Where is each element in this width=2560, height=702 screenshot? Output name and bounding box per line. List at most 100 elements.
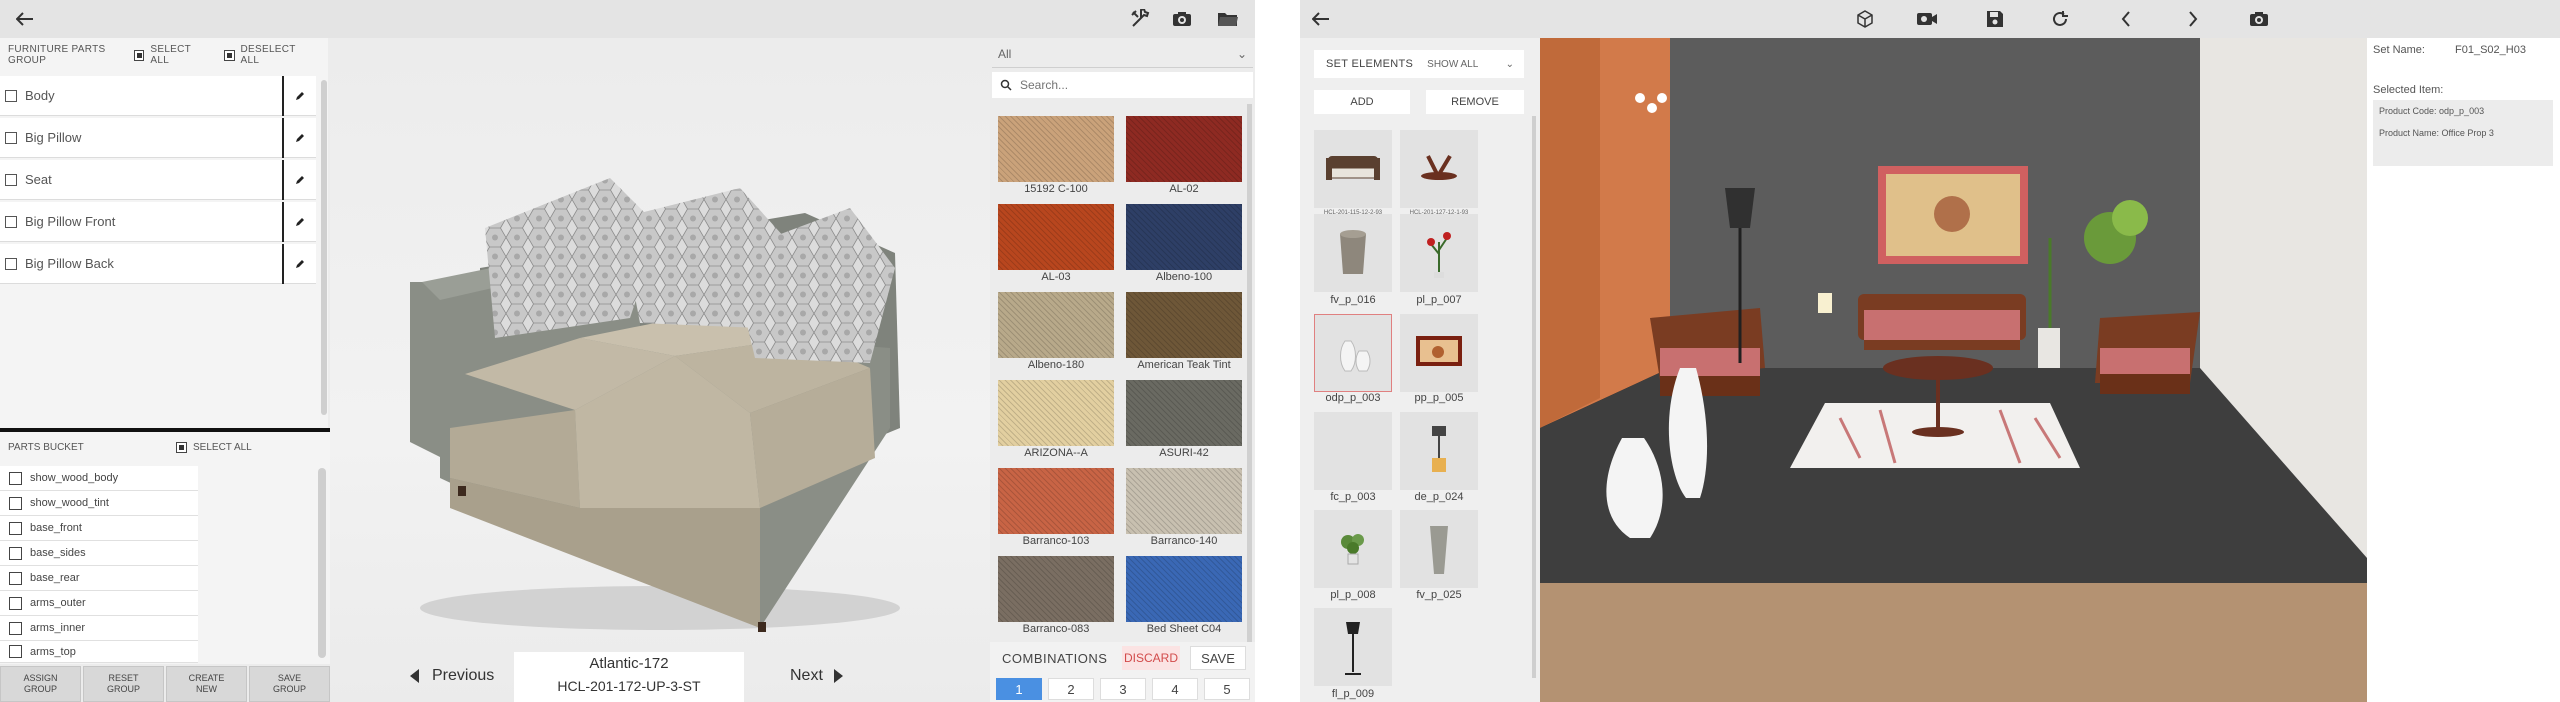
set-element-thumb[interactable] xyxy=(1314,214,1392,292)
bucket-checkbox[interactable] xyxy=(9,546,22,560)
set-element-thumb[interactable] xyxy=(1314,510,1392,588)
set-element-label: odp_p_003 xyxy=(1325,392,1381,404)
bucket-row[interactable]: show_wood_tint xyxy=(0,491,198,516)
add-element-button[interactable]: ADD xyxy=(1314,90,1410,114)
fabric-filter-dropdown[interactable]: All ⌄ xyxy=(992,40,1253,68)
part-checkbox[interactable] xyxy=(5,131,17,144)
combination-2[interactable]: 2 xyxy=(1048,678,1094,700)
tools-icon[interactable] xyxy=(1125,4,1155,34)
bucket-scrollbar[interactable] xyxy=(318,468,326,658)
set-elements-tabs[interactable]: SET ELEMENTS SHOW ALL ⌄ xyxy=(1314,50,1524,78)
sofa-3d-viewport[interactable] xyxy=(330,38,990,702)
set-element-thumb[interactable] xyxy=(1314,412,1392,490)
select-all-option[interactable]: SELECT ALL xyxy=(133,44,210,66)
part-checkbox[interactable] xyxy=(5,257,17,270)
fabric-swatch[interactable] xyxy=(1126,204,1242,270)
fabric-swatch[interactable] xyxy=(1126,556,1242,622)
deselect-all-option[interactable]: DESELECT ALL xyxy=(223,44,314,66)
bucket-row[interactable]: arms_top xyxy=(0,641,198,663)
bucket-checkbox[interactable] xyxy=(9,621,22,635)
fabric-swatch[interactable] xyxy=(1126,116,1242,182)
set-element-thumb-selected[interactable] xyxy=(1314,314,1392,392)
set-element-thumb[interactable] xyxy=(1400,510,1478,588)
fabric-scrollbar[interactable] xyxy=(1247,104,1252,666)
set-element-thumb[interactable] xyxy=(1314,608,1392,686)
camera-icon[interactable] xyxy=(1167,4,1197,34)
bucket-select-all-option[interactable]: SELECT ALL xyxy=(176,441,252,453)
set-element-thumb[interactable] xyxy=(1400,130,1478,208)
bucket-row[interactable]: arms_inner xyxy=(0,616,198,641)
bucket-checkbox[interactable] xyxy=(9,571,22,585)
bucket-row[interactable]: base_sides xyxy=(0,541,198,566)
bucket-checkbox[interactable] xyxy=(9,496,22,510)
previous-button[interactable]: Previous xyxy=(410,663,510,689)
bucket-row[interactable]: show_wood_body xyxy=(0,466,198,491)
part-row[interactable]: Seat xyxy=(0,159,316,200)
parts-scrollbar[interactable] xyxy=(321,80,327,415)
video-camera-icon[interactable] xyxy=(1912,4,1942,34)
combination-4[interactable]: 4 xyxy=(1152,678,1198,700)
part-row[interactable]: Big Pillow xyxy=(0,117,316,158)
bucket-checkbox[interactable] xyxy=(9,471,22,485)
part-checkbox[interactable] xyxy=(5,89,17,102)
save-group-button[interactable]: SAVE GROUP xyxy=(249,666,330,702)
fabric-swatch[interactable] xyxy=(1126,468,1242,534)
set-element-label: pl_p_008 xyxy=(1330,589,1376,601)
pencil-icon[interactable] xyxy=(282,159,316,200)
arrow-left-icon[interactable] xyxy=(10,4,40,34)
show-all-dropdown[interactable]: SHOW ALL xyxy=(1427,59,1478,70)
reset-group-button[interactable]: RESET GROUP xyxy=(83,666,164,702)
set-element-thumb[interactable] xyxy=(1400,314,1478,392)
bucket-checkbox[interactable] xyxy=(9,521,22,535)
fabric-swatch[interactable] xyxy=(1126,292,1242,358)
room-3d-viewport[interactable] xyxy=(1540,38,2367,702)
combination-5[interactable]: 5 xyxy=(1204,678,1250,700)
bucket-select-all-checkbox[interactable] xyxy=(176,441,187,453)
arrow-left-icon[interactable] xyxy=(1306,4,1336,34)
folder-icon[interactable] xyxy=(1213,4,1243,34)
fabric-search-input[interactable] xyxy=(1020,78,1220,92)
bucket-row[interactable]: arms_outer xyxy=(0,591,198,616)
select-all-checkbox[interactable] xyxy=(133,49,145,61)
save-combination-button[interactable]: SAVE xyxy=(1190,646,1246,670)
fabric-swatch[interactable] xyxy=(1126,380,1242,446)
pencil-icon[interactable] xyxy=(282,117,316,158)
fabric-swatch[interactable] xyxy=(998,380,1114,446)
discard-button[interactable]: DISCARD xyxy=(1122,646,1180,670)
part-row[interactable]: Body xyxy=(0,75,316,116)
cube-icon[interactable] xyxy=(1850,4,1880,34)
bucket-row[interactable]: base_front xyxy=(0,516,198,541)
set-element-thumb[interactable] xyxy=(1314,130,1392,208)
fabric-swatch[interactable] xyxy=(998,204,1114,270)
chevron-left-icon[interactable] xyxy=(2111,4,2141,34)
create-new-button[interactable]: CREATE NEW xyxy=(166,666,247,702)
save-icon[interactable] xyxy=(1980,4,2010,34)
pencil-icon[interactable] xyxy=(282,75,316,116)
bucket-checkbox[interactable] xyxy=(9,645,22,658)
fabric-swatch[interactable] xyxy=(998,556,1114,622)
combination-3[interactable]: 3 xyxy=(1100,678,1146,700)
remove-element-button[interactable]: REMOVE xyxy=(1426,90,1524,114)
pencil-icon[interactable] xyxy=(282,201,316,242)
pencil-icon[interactable] xyxy=(282,243,316,284)
part-row[interactable]: Big Pillow Back xyxy=(0,243,316,284)
deselect-all-checkbox[interactable] xyxy=(223,49,235,61)
fabric-swatch[interactable] xyxy=(998,292,1114,358)
fabric-swatch[interactable] xyxy=(998,116,1114,182)
set-element-thumb[interactable] xyxy=(1400,214,1478,292)
part-checkbox[interactable] xyxy=(5,173,17,186)
chevron-right-icon[interactable] xyxy=(2178,4,2208,34)
part-checkbox[interactable] xyxy=(5,215,17,228)
camera-icon[interactable] xyxy=(2244,4,2274,34)
assign-group-button[interactable]: ASSIGN GROUP xyxy=(0,666,81,702)
tab-set-elements[interactable]: SET ELEMENTS xyxy=(1326,58,1413,70)
refresh-icon[interactable] xyxy=(2045,4,2075,34)
next-button[interactable]: Next xyxy=(790,663,850,689)
set-elements-scrollbar[interactable] xyxy=(1532,116,1536,678)
set-element-thumb[interactable] xyxy=(1400,412,1478,490)
combination-1[interactable]: 1 xyxy=(996,678,1042,700)
bucket-checkbox[interactable] xyxy=(9,596,22,610)
bucket-row[interactable]: base_rear xyxy=(0,566,198,591)
fabric-swatch[interactable] xyxy=(998,468,1114,534)
part-row[interactable]: Big Pillow Front xyxy=(0,201,316,242)
